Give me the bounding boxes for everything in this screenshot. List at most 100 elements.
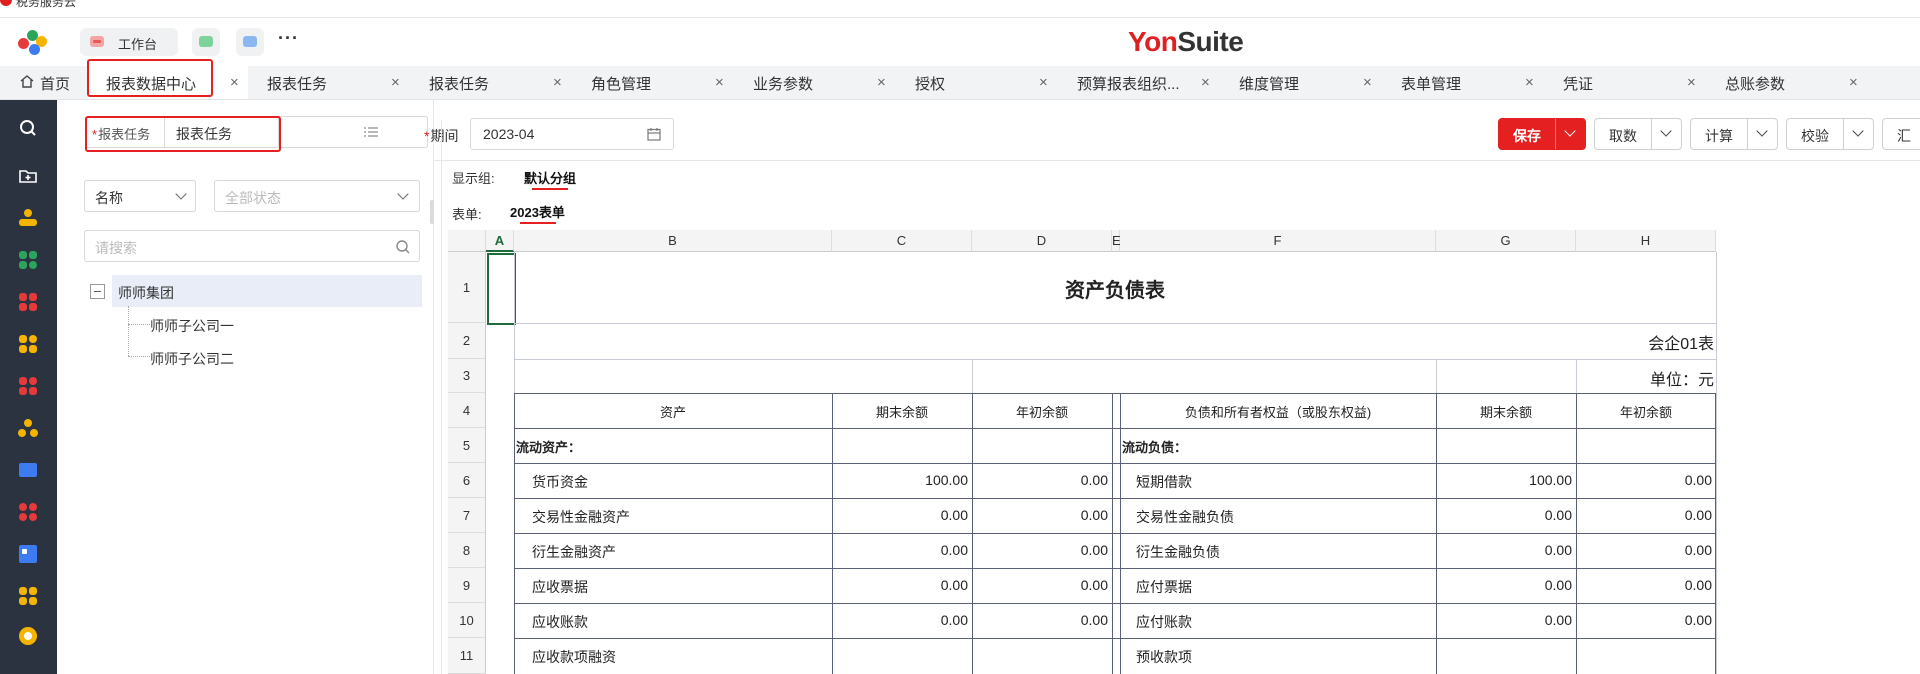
row-header[interactable]: 11	[448, 638, 486, 674]
tab-authorization[interactable]: 授权 ×	[915, 66, 1055, 99]
liability-begin-value[interactable]: 0.00	[1578, 612, 1712, 628]
search-icon[interactable]	[395, 239, 411, 255]
liability-end-value[interactable]: 0.00	[1438, 577, 1572, 593]
close-icon[interactable]: ×	[1039, 74, 1048, 91]
asset-name[interactable]: 货币资金	[532, 472, 822, 492]
row-header[interactable]: 3	[448, 359, 486, 393]
row-header[interactable]: 9	[448, 568, 486, 603]
column-header[interactable]: E	[1112, 230, 1121, 252]
report-icon[interactable]	[18, 544, 38, 564]
folder-add-icon[interactable]	[18, 166, 38, 186]
asset-begin-value[interactable]: 0.00	[974, 577, 1108, 593]
asset-begin-value[interactable]: 0.00	[974, 612, 1108, 628]
close-icon[interactable]: ×	[553, 74, 562, 91]
close-icon[interactable]: ×	[1363, 74, 1372, 91]
search-icon[interactable]	[18, 118, 38, 138]
tab-report-task[interactable]: 报表任务 ×	[267, 66, 407, 99]
asset-begin-value[interactable]: 0.00	[974, 507, 1108, 523]
asset-begin-value[interactable]: 0.00	[974, 542, 1108, 558]
column-header[interactable]: F	[1120, 230, 1436, 252]
asset-end-value[interactable]: 0.00	[834, 612, 968, 628]
liability-name[interactable]: 短期借款	[1136, 472, 1426, 492]
list-icon[interactable]	[18, 460, 38, 480]
calendar-icon[interactable]	[647, 127, 661, 141]
asset-begin-value[interactable]: 0.00	[974, 472, 1108, 488]
tree-search-input[interactable]: 请搜索	[84, 230, 420, 262]
selected-cell[interactable]	[487, 253, 516, 325]
row-header[interactable]: 2	[448, 323, 486, 359]
liability-name[interactable]: 应付账款	[1136, 612, 1426, 632]
tree-node-child[interactable]: 师师子公司二	[150, 349, 234, 369]
tab-role-management[interactable]: 角色管理 ×	[591, 66, 731, 99]
row-header[interactable]: 1	[448, 252, 486, 323]
apps-red-icon[interactable]	[18, 292, 38, 312]
liability-name[interactable]: 预收款项	[1136, 647, 1426, 667]
summary-button[interactable]: 汇	[1882, 118, 1920, 150]
fetch-button[interactable]: 取数	[1594, 118, 1682, 150]
column-header[interactable]: C	[832, 230, 972, 252]
asset-end-value[interactable]: 0.00	[834, 542, 968, 558]
row-header[interactable]: 6	[448, 463, 486, 498]
chevron-down-icon[interactable]	[1564, 125, 1576, 137]
close-icon[interactable]: ×	[1687, 74, 1696, 91]
save-button[interactable]: 保存	[1498, 118, 1586, 150]
display-group-value[interactable]: 默认分组	[524, 168, 576, 187]
tab-home[interactable]: 首页	[18, 66, 78, 99]
tab-voucher[interactable]: 凭证 ×	[1563, 66, 1703, 99]
apps-red2-icon[interactable]	[18, 376, 38, 396]
apps-yellow2-icon[interactable]	[18, 586, 38, 606]
row-header[interactable]: 10	[448, 603, 486, 638]
column-header[interactable]: D	[972, 230, 1112, 252]
apps-yellow-icon[interactable]	[18, 334, 38, 354]
close-icon[interactable]: ×	[715, 74, 724, 91]
users-icon[interactable]	[18, 418, 38, 438]
row-header[interactable]: 8	[448, 533, 486, 568]
calc-button[interactable]: 计算	[1690, 118, 1778, 150]
column-header[interactable]: H	[1576, 230, 1716, 252]
filter-name-select[interactable]: 名称	[84, 180, 196, 212]
more-icon[interactable]: ···	[278, 28, 299, 49]
chevron-down-icon[interactable]	[1660, 125, 1672, 137]
asset-end-value[interactable]: 100.00	[834, 472, 968, 488]
liability-name[interactable]: 衍生金融负债	[1136, 542, 1426, 562]
pinned-app-button[interactable]	[236, 28, 264, 56]
close-icon[interactable]: ×	[1201, 74, 1210, 91]
asset-name[interactable]: 衍生金融资产	[532, 542, 822, 562]
tab-business-params[interactable]: 业务参数 ×	[753, 66, 893, 99]
asset-end-value[interactable]: 0.00	[834, 507, 968, 523]
form-value[interactable]: 2023表单	[510, 202, 565, 221]
asset-name[interactable]: 应收账款	[532, 612, 822, 632]
liability-name[interactable]: 交易性金融负债	[1136, 507, 1426, 527]
coin-icon[interactable]	[18, 626, 38, 646]
close-icon[interactable]: ×	[391, 74, 400, 91]
asset-name[interactable]: 交易性金融资产	[532, 507, 822, 527]
apps-green-icon[interactable]	[18, 250, 38, 270]
chevron-down-icon[interactable]	[1756, 125, 1768, 137]
user-icon[interactable]	[18, 208, 38, 228]
row-header[interactable]: 4	[448, 393, 486, 428]
liability-begin-value[interactable]: 0.00	[1578, 472, 1712, 488]
tab-gl-params[interactable]: 总账参数 ×	[1725, 66, 1865, 99]
verify-button[interactable]: 校验	[1786, 118, 1874, 150]
spreadsheet[interactable]: A B C D E F G H 1 2 3 4 5 6 7 8 9 10 11 …	[448, 230, 1724, 674]
tab-report-task-2[interactable]: 报表任务 ×	[429, 66, 569, 99]
period-picker[interactable]: 2023-04	[470, 118, 674, 150]
tab-budget-report-org[interactable]: 预算报表组织... ×	[1077, 66, 1217, 99]
apps-red3-icon[interactable]	[18, 502, 38, 522]
liability-end-value[interactable]: 0.00	[1438, 507, 1572, 523]
filter-status-select[interactable]: 全部状态	[214, 180, 420, 212]
liability-begin-value[interactable]: 0.00	[1578, 542, 1712, 558]
row-header[interactable]: 5	[448, 428, 486, 463]
tree-node-child[interactable]: 师师子公司一	[150, 316, 234, 336]
liability-begin-value[interactable]: 0.00	[1578, 577, 1712, 593]
liability-end-value[interactable]: 100.00	[1438, 472, 1572, 488]
liability-name[interactable]: 应付票据	[1136, 577, 1426, 597]
row-header[interactable]: 7	[448, 498, 486, 533]
close-icon[interactable]: ×	[1849, 74, 1858, 91]
tab-dimension-management[interactable]: 维度管理 ×	[1239, 66, 1379, 99]
app-launcher-icon[interactable]	[18, 30, 48, 56]
chevron-down-icon[interactable]	[1852, 125, 1864, 137]
close-icon[interactable]: ×	[230, 74, 239, 91]
column-header[interactable]: G	[1436, 230, 1576, 252]
pinned-app-button[interactable]	[192, 28, 220, 56]
